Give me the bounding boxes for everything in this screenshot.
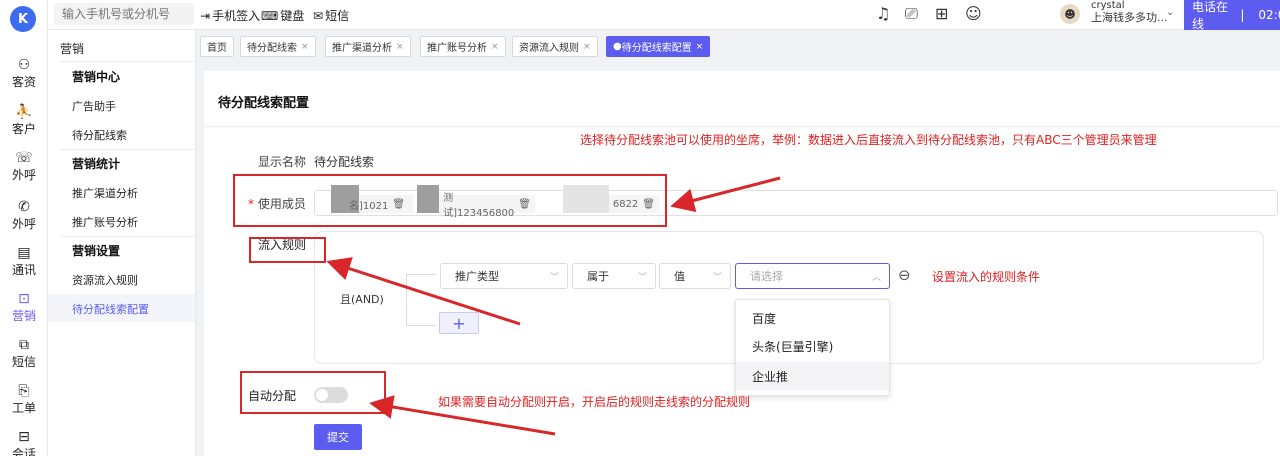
close-icon[interactable]: × bbox=[301, 42, 309, 52]
value-type-select[interactable]: 值 ﹀ bbox=[659, 263, 731, 289]
tab-home[interactable]: 首页 bbox=[200, 36, 234, 57]
status-divider: | bbox=[1240, 8, 1245, 22]
dropdown-option-baidu[interactable]: 百度 bbox=[736, 304, 889, 332]
phone-status-bar[interactable]: 电话在线 | 02:05:56 ▼ bbox=[1184, 0, 1280, 31]
rail-item-contacts[interactable]: ▤ 通讯 bbox=[0, 245, 48, 278]
top-bar: ⇥手机签入 ⌨键盘 ✉短信 ♫ ⎚ ⊞ ☺ ☻ crystal 上海钱多多功..… bbox=[48, 0, 1280, 31]
chevron-down-icon: ﹀ bbox=[712, 272, 722, 283]
call-timer: 02:05:56 bbox=[1258, 8, 1280, 22]
phone-out-icon: ✆ bbox=[18, 199, 30, 215]
sidebar-item-pending-leads[interactable]: 待分配线索 bbox=[72, 127, 127, 143]
operator-select[interactable]: 属于 ﹀ bbox=[572, 263, 656, 289]
tab-account-analysis[interactable]: 推广账号分析 × bbox=[420, 36, 506, 57]
rail-item-outbound[interactable]: ☏ 外呼 bbox=[0, 150, 48, 183]
phone-status-text: 电话在线 bbox=[1192, 0, 1229, 31]
chevron-down-icon: ﹀ bbox=[549, 272, 559, 283]
tab-inflow-rules[interactable]: 资源流入规则 × bbox=[512, 36, 598, 57]
value-select[interactable]: 请选择 ︿ bbox=[735, 263, 890, 289]
sidebar-item-ad-assistant[interactable]: 广告助手 bbox=[72, 98, 116, 114]
chat-icon: ⊟ bbox=[18, 429, 30, 445]
headset-icon[interactable]: ♫ bbox=[876, 4, 890, 23]
remove-rule-icon[interactable]: ⊖ bbox=[898, 266, 911, 284]
page-title: 待分配线索配置 bbox=[218, 96, 310, 111]
tab-pending-leads[interactable]: 待分配线索 × bbox=[240, 36, 316, 57]
sms-icon: ⧉ bbox=[19, 337, 29, 353]
phone-call-icon: ☏ bbox=[15, 150, 33, 166]
rail-item-customers[interactable]: ⛹ 客户 bbox=[0, 104, 48, 137]
tab-row: 首页 待分配线索 × 推广渠道分析 × 推广账号分析 × 资源流入规则 × ● 待分配线索… bbox=[196, 30, 1280, 62]
sidebar-item-account-analysis[interactable]: 推广账号分析 bbox=[72, 214, 138, 230]
display-name-label: 显示名称 bbox=[258, 155, 307, 169]
annotation-top: 选择待分配线索池可以使用的坐席，举例：数据进入后直接流入到待分配线索池，只有AB… bbox=[580, 133, 1157, 147]
message-icon[interactable]: ☺ bbox=[965, 4, 982, 23]
sidebar-group-settings: 营销设置 bbox=[72, 244, 121, 258]
close-icon[interactable]: × bbox=[583, 42, 591, 52]
rail-item-sms[interactable]: ⧉ 短信 bbox=[0, 337, 48, 370]
user-company: 上海钱多多功... bbox=[1091, 11, 1168, 24]
mail-icon: ✉ bbox=[313, 8, 324, 23]
sidebar-group-stats: 营销统计 bbox=[72, 157, 121, 171]
and-label: 且(AND) bbox=[340, 293, 384, 306]
login-icon: ⇥ bbox=[200, 8, 211, 23]
rail-item-marketing[interactable]: ⊡ 营销 bbox=[0, 291, 48, 324]
monitor-icon[interactable]: ⎚ bbox=[905, 4, 918, 24]
chevron-down-icon: ﹀ bbox=[637, 272, 647, 283]
dropdown-option-toutiao[interactable]: 头条(巨量引擎) bbox=[736, 332, 889, 360]
annotation-auto: 如果需要自动分配则开启，开启后的规则走线索的分配规则 bbox=[438, 395, 751, 409]
keyboard-button[interactable]: ⌨ 键盘 bbox=[261, 7, 304, 24]
marketing-sidebar: 营销 营销中心 广告助手 待分配线索 营销统计 推广渠道分析 推广账号分析 营销… bbox=[48, 30, 196, 456]
submit-button[interactable]: 提交 bbox=[314, 424, 362, 450]
avatar[interactable]: ☻ bbox=[1060, 4, 1080, 24]
sidebar-item-channel-analysis[interactable]: 推广渠道分析 bbox=[72, 185, 138, 201]
app-logo: K bbox=[10, 6, 36, 32]
annotation-box-rule bbox=[249, 237, 326, 263]
rail-item-chat[interactable]: ⊟ 会话 bbox=[0, 429, 48, 456]
contacts-icon: ▤ bbox=[17, 245, 31, 261]
phone-search-input[interactable] bbox=[54, 3, 194, 25]
value-dropdown: 百度 头条(巨量引擎) 企业推 bbox=[735, 299, 890, 396]
chevron-down-icon[interactable]: ⌄ bbox=[1166, 7, 1174, 18]
keyboard-icon: ⌨ bbox=[261, 8, 279, 23]
chevron-up-icon: ︿ bbox=[871, 272, 881, 283]
sms-button[interactable]: ✉ 短信 bbox=[313, 7, 349, 24]
tab-channel-analysis[interactable]: 推广渠道分析 × bbox=[325, 36, 411, 57]
add-rule-button[interactable]: + bbox=[439, 312, 479, 334]
sidebar-item-pending-config[interactable]: 待分配线索配置 bbox=[72, 301, 149, 317]
close-icon[interactable]: × bbox=[491, 42, 499, 52]
dropdown-option-qiyetui[interactable]: 企业推 bbox=[736, 362, 889, 390]
tab-pending-config[interactable]: ● 待分配线索配置 × bbox=[606, 36, 711, 57]
sidebar-item-inflow-rules[interactable]: 资源流入规则 bbox=[72, 272, 138, 288]
people-icon: ⚇ bbox=[17, 57, 31, 73]
left-rail: K ⚇ 客资 ⛹ 客户 ☏ 外呼 ✆ 外呼 ▤ 通讯 ⊡ 营销 ⧉ 短信 ⎘ 工单 ⊟ 会话 bbox=[0, 0, 48, 456]
rule-bracket bbox=[406, 274, 436, 326]
sidebar-group-center: 营销中心 bbox=[72, 70, 121, 84]
close-icon[interactable]: × bbox=[696, 42, 704, 52]
divider bbox=[60, 61, 195, 62]
rail-item-tickets[interactable]: ⎘ 工单 bbox=[0, 383, 48, 416]
close-icon[interactable]: × bbox=[396, 42, 404, 52]
annotation-box-auto bbox=[240, 371, 386, 414]
annotation-box-members bbox=[233, 174, 667, 227]
person-icon: ⛹ bbox=[15, 104, 33, 120]
clipboard-icon: ⎘ bbox=[18, 383, 30, 399]
book-icon[interactable]: ⊞ bbox=[935, 4, 948, 23]
divider bbox=[60, 236, 195, 237]
display-name-value: 待分配线索 bbox=[314, 155, 375, 169]
sidebar-header: 营销 bbox=[60, 42, 85, 56]
active-dot-icon: ● bbox=[613, 41, 622, 52]
divider bbox=[60, 149, 195, 150]
marketing-icon: ⊡ bbox=[18, 291, 30, 307]
plus-icon: + bbox=[452, 313, 466, 333]
checkin-button[interactable]: ⇥ 手机签入 bbox=[200, 7, 260, 24]
field-select[interactable]: 推广类型 ﹀ bbox=[440, 263, 568, 289]
annotation-rule: 设置流入的规则条件 bbox=[932, 270, 1041, 284]
rail-item-customer-leads[interactable]: ⚇ 客资 bbox=[0, 57, 48, 90]
rail-item-outbound-2[interactable]: ✆ 外呼 bbox=[0, 199, 48, 232]
divider bbox=[204, 126, 1280, 127]
